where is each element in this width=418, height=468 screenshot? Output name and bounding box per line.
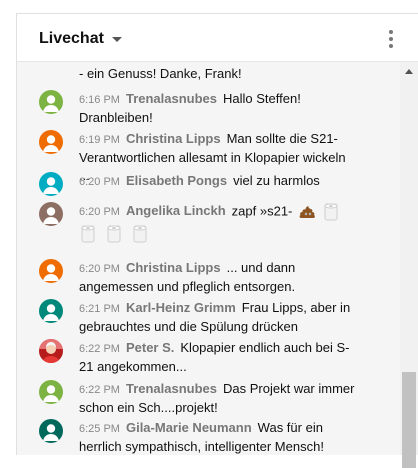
person-silhouette-icon [39,90,63,114]
chat-message: 6:22 PM Peter S. Klopapier endlich auch be… [39,339,357,376]
caret-down-icon [111,37,122,42]
partial-message-text: - ein Genuss! Danke, Frank! [79,66,242,81]
chat-message: 6:21 PM Karl-Heinz Grimm Frau Lipps, aber … [39,299,357,336]
user-photo-avatar [39,339,63,363]
chat-message: 6:16 PM Trenalasnubes Hallo Steffen! Dranb… [39,90,357,127]
chat-header: Livechat [17,14,418,62]
person-silhouette-icon [39,259,63,283]
message-author[interactable]: Christina Lipps [126,131,221,146]
message-body: zapf »s21- [231,203,293,219]
chat-message: 6:20 PM Christina Lipps... und dann angem… [39,259,357,296]
message-author[interactable]: Karl-Heinz Grimm [126,300,236,315]
message-timestamp: 6:22 PM [79,343,120,355]
message-timestamp: 6:22 PM [79,384,120,396]
message-author[interactable]: Trenalasnubes [126,381,217,396]
avatar[interactable] [39,259,63,283]
toilet-paper-emoji [107,225,121,243]
person-silhouette-icon [39,419,63,443]
message-author[interactable]: Elisabeth Pongs [126,173,227,188]
message-author[interactable]: Peter S. [126,340,174,355]
person-silhouette-icon [39,380,63,404]
person-silhouette-icon [39,299,63,323]
avatar[interactable] [39,202,63,226]
avatar[interactable] [39,299,63,323]
message-timestamp: 6:25 PM [79,423,120,435]
message-author[interactable]: Christina Lipps [126,260,221,275]
avatar[interactable] [39,172,63,196]
avatar[interactable] [39,339,63,363]
toilet-paper-emoji [81,225,95,243]
avatar[interactable] [39,90,63,114]
chat-message: 6:22 PM Trenalasnubes Das Projekt war imme… [39,380,357,417]
toilet-paper-emoji [133,225,147,243]
message-timestamp: 6:20 PM [79,206,120,219]
message-body: viel zu harmlos [233,173,320,188]
chat-message: 6:20 PM Angelika Linckh zapf »s21- [39,202,357,244]
chat-title: Livechat [39,30,104,47]
chat-message: 6:25 PM Gila-Marie Neumann Was für ein her… [39,419,357,455]
scroll-up-arrow-icon[interactable] [405,69,413,74]
chat-message: 6:20 PM Elisabeth Pongs viel zu harmlos [39,172,357,196]
message-author[interactable]: Angelika Linckh [126,203,226,218]
message-timestamp: 6:21 PM [79,303,120,315]
message-timestamp: 6:16 PM [79,94,120,106]
chat-scrollbar[interactable] [400,62,418,468]
message-author[interactable]: Gila-Marie Neumann [126,420,252,435]
chat-mode-dropdown[interactable]: Livechat [39,27,122,51]
avatar[interactable] [39,419,63,443]
message-author[interactable]: Trenalasnubes [126,91,217,106]
message-timestamp: 6:20 PM [79,263,120,275]
person-silhouette-icon [39,130,63,154]
person-silhouette-icon [39,172,63,196]
avatar[interactable] [39,380,63,404]
message-timestamp: 6:20 PM [79,176,120,188]
more-options-icon[interactable] [388,30,394,48]
chat-message-list[interactable]: - ein Genuss! Danke, Frank! 6:16 PM Trena… [17,62,400,455]
person-silhouette-icon [39,202,63,226]
live-chat-panel: Livechat - ein Genuss! Danke, Frank! 6:1… [16,13,418,468]
avatar[interactable] [39,130,63,154]
pile-of-poo-emoji [299,206,315,218]
scrollbar-thumb[interactable] [402,372,416,468]
toilet-paper-emoji [324,203,338,221]
message-timestamp: 6:19 PM [79,134,120,146]
